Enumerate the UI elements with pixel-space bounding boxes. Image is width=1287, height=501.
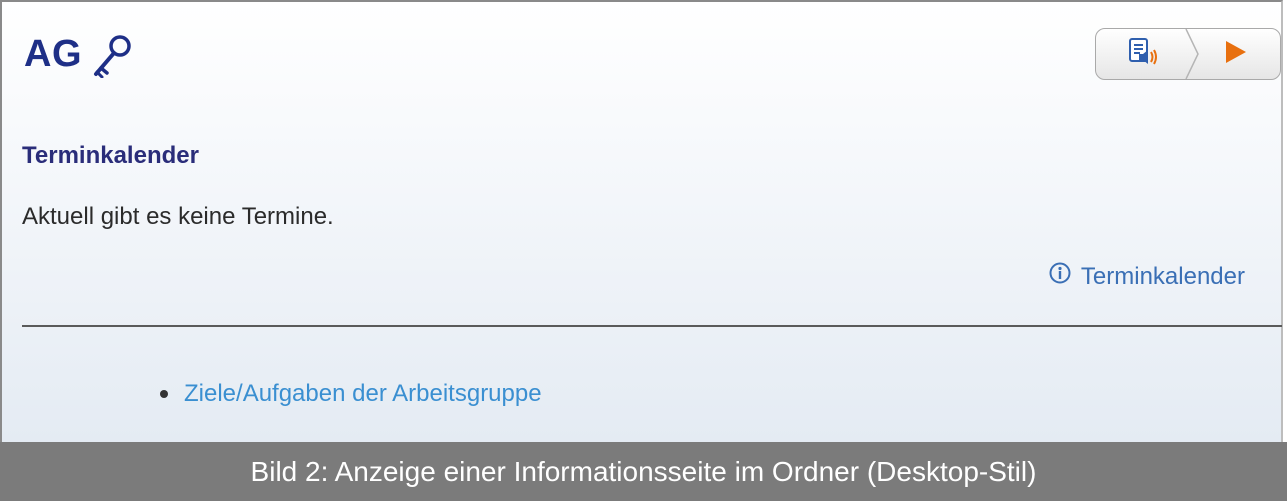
- calendar-heading: Terminkalender: [22, 142, 199, 169]
- link-list: Ziele/Aufgaben der Arbeitsgruppe: [160, 380, 542, 408]
- no-events-message: Aktuell gibt es keine Termine.: [22, 203, 334, 230]
- play-button[interactable]: [1192, 29, 1280, 79]
- page-header: AG: [24, 26, 136, 83]
- calendar-link-label: Terminkalender: [1080, 262, 1245, 290]
- calendar-info-link[interactable]: Terminkalender: [1049, 262, 1245, 291]
- key-icon: [90, 32, 136, 83]
- info-icon: [1049, 262, 1071, 291]
- list-item-label: Ziele/Aufgaben der Arbeitsgruppe: [184, 380, 542, 407]
- toolbar: [1095, 28, 1281, 80]
- caption-text: Bild 2: Anzeige einer Informationsseite …: [250, 455, 1037, 487]
- list-item[interactable]: Ziele/Aufgaben der Arbeitsgruppe: [160, 380, 542, 408]
- read-aloud-icon: [1127, 37, 1161, 72]
- caption-bar: Bild 2: Anzeige einer Informationsseite …: [0, 442, 1287, 501]
- play-icon: [1223, 39, 1249, 70]
- info-page-panel: AG Terminkalender Aktuell gibt es keine …: [0, 0, 1283, 442]
- divider: [22, 325, 1282, 327]
- page-title: AG: [24, 33, 82, 75]
- bullet-icon: [160, 390, 168, 398]
- read-aloud-button[interactable]: [1096, 29, 1192, 79]
